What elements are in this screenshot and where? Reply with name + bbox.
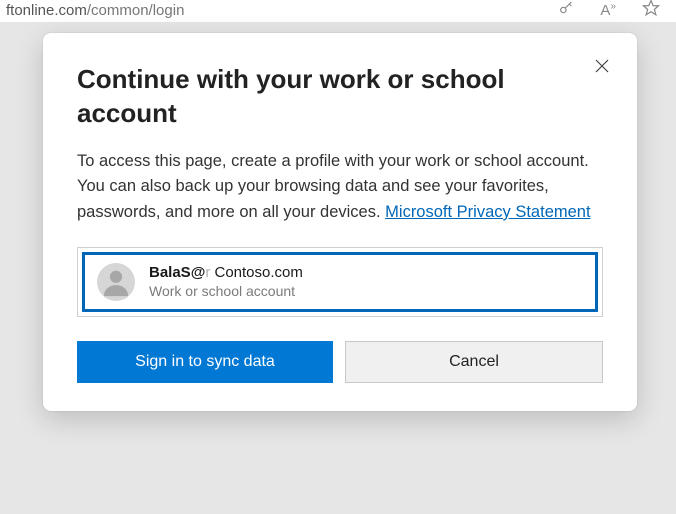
dialog-body: To access this page, create a profile wi… (77, 149, 603, 226)
person-icon (99, 265, 133, 299)
favorite-icon[interactable] (642, 0, 660, 22)
account-type: Work or school account (149, 283, 303, 301)
account-email: BalaS@r Contoso.com (149, 264, 303, 283)
key-icon[interactable] (558, 0, 574, 21)
account-card-outer: BalaS@r Contoso.com Work or school accou… (77, 247, 603, 317)
text-size-icon[interactable]: A» (600, 1, 616, 19)
profile-dialog: Continue with your work or school accoun… (43, 33, 637, 411)
cancel-button[interactable]: Cancel (345, 341, 603, 383)
address-bar-actions: A» (558, 0, 670, 22)
url-text: ftonline.com/common/login (6, 2, 558, 19)
privacy-link[interactable]: Microsoft Privacy Statement (385, 203, 590, 221)
avatar (97, 263, 135, 301)
close-button[interactable] (589, 53, 615, 79)
account-card[interactable]: BalaS@r Contoso.com Work or school accou… (82, 252, 598, 312)
close-icon (593, 57, 611, 75)
sign-in-button[interactable]: Sign in to sync data (77, 341, 333, 383)
dialog-title: Continue with your work or school accoun… (77, 63, 603, 131)
account-text: BalaS@r Contoso.com Work or school accou… (149, 264, 303, 300)
button-row: Sign in to sync data Cancel (77, 341, 603, 383)
